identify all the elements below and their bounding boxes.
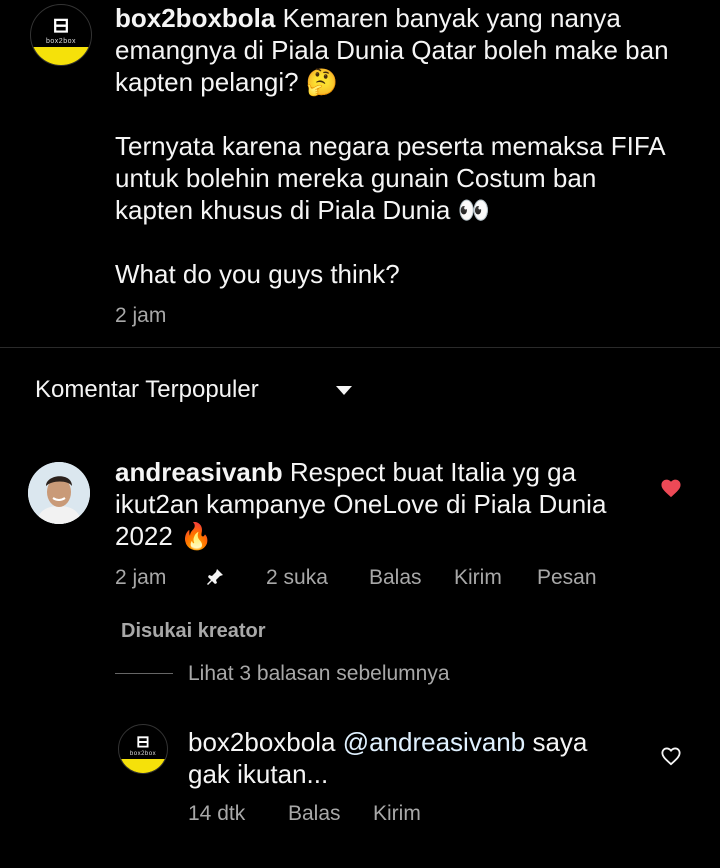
reply-time: 14 dtk <box>188 802 246 825</box>
person-photo-icon <box>28 462 90 524</box>
view-previous-replies[interactable]: Lihat 3 balasan sebelumnya <box>188 662 450 686</box>
reply-mention[interactable]: @andreasivanb <box>343 727 526 757</box>
reply-avatar[interactable]: ⊟ box2box <box>118 724 168 774</box>
replies-line <box>115 673 173 674</box>
reply-body: box2boxbola @andreasivanb saya gak ikuta… <box>188 726 628 790</box>
post-avatar[interactable]: ⊟ box2box <box>30 4 92 66</box>
post-username[interactable]: box2boxbola <box>115 3 275 33</box>
heart-outline-icon[interactable] <box>660 746 682 766</box>
heart-icon[interactable] <box>660 478 682 498</box>
sort-dropdown[interactable]: Komentar Terpopuler <box>35 376 259 404</box>
pin-icon[interactable] <box>205 567 225 587</box>
divider <box>0 347 720 348</box>
avatar-yellow-band <box>119 759 167 773</box>
comment-body: andreasivanb Respect buat Italia yg ga i… <box>115 456 655 552</box>
like-count[interactable]: 2 suka <box>266 566 328 590</box>
reply-username[interactable]: box2boxbola <box>188 727 335 757</box>
logo-icon: ⊟ <box>52 15 70 37</box>
reply-button[interactable]: Balas <box>369 566 422 590</box>
avatar-logo-text: box2box <box>46 38 76 45</box>
send-button[interactable]: Kirim <box>454 566 502 590</box>
reply-reply-button[interactable]: Balas <box>288 802 341 826</box>
logo-icon: ⊟ <box>136 734 150 751</box>
post-timestamp: 2 jam <box>115 304 167 327</box>
avatar-yellow-band <box>31 47 91 65</box>
caption-paragraph-3: What do you guys think? <box>115 259 400 289</box>
avatar-logo-text: box2box <box>129 751 157 757</box>
comment-username[interactable]: andreasivanb <box>115 457 283 487</box>
post-caption: box2boxbola Kemaren banyak yang nanya em… <box>115 2 675 332</box>
reply-send-button[interactable]: Kirim <box>373 802 421 826</box>
message-button[interactable]: Pesan <box>537 566 597 590</box>
liked-by-creator: Disukai kreator <box>121 620 266 642</box>
comment-avatar[interactable] <box>28 462 90 524</box>
comment-time: 2 jam <box>115 566 167 589</box>
chevron-down-icon[interactable] <box>336 386 352 395</box>
caption-paragraph-2: Ternyata karena negara peserta memaksa F… <box>115 131 665 225</box>
